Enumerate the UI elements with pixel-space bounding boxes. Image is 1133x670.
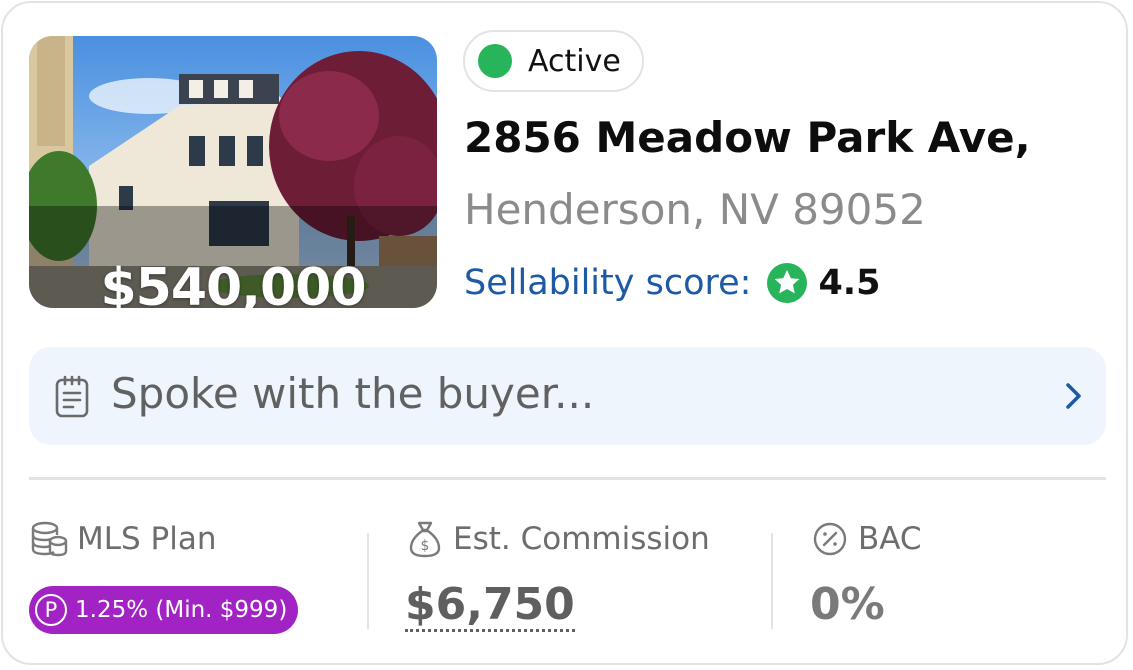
status-label: Active [528, 43, 621, 79]
plan-p-icon: P [35, 594, 67, 626]
commission-label: Est. Commission [453, 521, 710, 557]
street-address: 2856 Meadow Park Ave, [464, 113, 1031, 162]
note-bar[interactable]: Spoke with the buyer... [29, 347, 1106, 445]
mls-plan-label: MLS Plan [77, 521, 217, 557]
plan-text: 1.25% (Min. $999) [75, 597, 288, 623]
mls-plan-metric: MLS Plan [29, 519, 217, 559]
bac-metric: BAC [810, 519, 922, 559]
status-badge: Active [463, 30, 644, 92]
section-divider [29, 477, 1106, 480]
sellability-label: Sellability score: [464, 263, 752, 303]
mls-plan-badge[interactable]: P 1.25% (Min. $999) [29, 586, 299, 634]
coins-stack-icon [31, 521, 68, 557]
sellability-score: Sellability score: 4.5 [464, 260, 880, 306]
svg-text:$: $ [421, 538, 430, 554]
money-bag-icon: $ [409, 521, 441, 558]
metric-separator [367, 533, 369, 629]
listing-card[interactable]: $540,000 Active 2856 Meadow Park Ave, He… [1, 1, 1128, 665]
commission-value[interactable]: $6,750 [405, 581, 575, 632]
note-text: Spoke with the buyer... [111, 369, 595, 418]
sellability-value: 4.5 [818, 263, 881, 303]
note-icon [55, 375, 89, 418]
bac-value: 0% [810, 579, 885, 630]
city-address: Henderson, NV 89052 [464, 185, 926, 234]
commission-metric: $ Est. Commission [405, 519, 710, 559]
listing-price: $540,000 [100, 258, 366, 308]
bac-label: BAC [858, 521, 922, 557]
star-badge-icon [767, 263, 808, 303]
status-dot-icon [478, 44, 512, 78]
chevron-right-icon[interactable] [1062, 381, 1084, 411]
metric-separator [771, 533, 773, 629]
property-photo[interactable]: $540,000 [29, 36, 437, 308]
percent-badge-icon [813, 522, 847, 556]
